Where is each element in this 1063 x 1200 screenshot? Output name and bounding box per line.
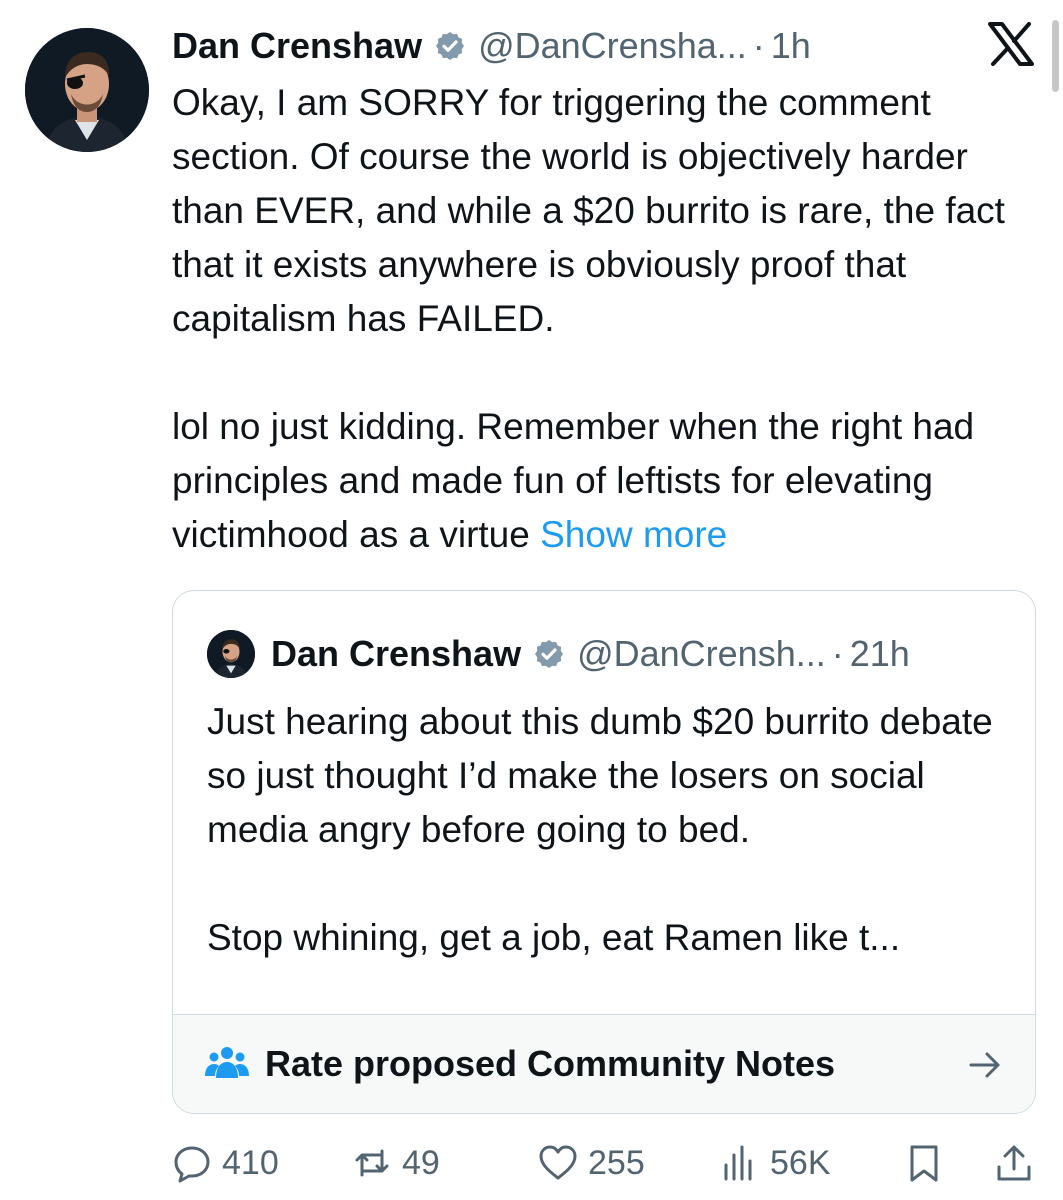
view-count: 56K <box>770 1143 831 1182</box>
like-button[interactable]: 255 <box>538 1136 645 1190</box>
quoted-tweet-header: Dan Crenshaw @DanCrensh... · 21h <box>207 629 910 679</box>
quoted-author-avatar <box>207 630 255 678</box>
share-icon <box>997 1145 1031 1181</box>
bookmark-button[interactable] <box>904 1136 944 1190</box>
tweet-text: Okay, I am SORRY for triggering the comm… <box>172 76 1042 562</box>
community-notes-label[interactable]: Rate proposed Community Notes <box>265 1043 835 1085</box>
quoted-tweet-timestamp: 21h <box>849 633 910 674</box>
tweet-paragraph: Okay, I am SORRY for triggering the comm… <box>172 82 1005 339</box>
verified-badge-icon <box>533 638 565 670</box>
reply-icon <box>174 1146 210 1183</box>
separator-dot: · <box>831 633 844 674</box>
bookmark-icon <box>910 1145 938 1182</box>
reply-count: 410 <box>222 1143 279 1182</box>
repost-button[interactable]: 49 <box>352 1136 440 1190</box>
quoted-tweet-card[interactable]: Dan Crenshaw @DanCrensh... · 21h Just he… <box>172 590 1036 1114</box>
author-handle[interactable]: @DanCrensha... <box>478 25 747 67</box>
separator-dot: · <box>752 25 765 66</box>
quoted-paragraph: Just hearing about this dumb $20 burrito… <box>207 701 993 850</box>
views-chart-icon <box>724 1145 752 1181</box>
repost-icon <box>355 1149 389 1177</box>
share-button[interactable] <box>994 1136 1034 1190</box>
quoted-author-handle: @DanCrensh... <box>577 633 826 674</box>
author-avatar[interactable] <box>25 28 149 152</box>
arrow-right-icon[interactable] <box>965 1045 1005 1085</box>
avatar-photo <box>25 28 149 152</box>
scrollbar[interactable] <box>1052 20 1059 92</box>
tweet-header: Dan Crenshaw @DanCrensha... · 1h <box>172 20 811 72</box>
tweet-action-bar: 410 49 255 56K <box>172 1136 1042 1190</box>
quoted-tweet-text: Just hearing about this dumb $20 burrito… <box>207 695 1017 965</box>
like-count: 255 <box>588 1143 645 1182</box>
repost-count: 49 <box>402 1143 440 1182</box>
views-button[interactable]: 56K <box>720 1136 831 1190</box>
quoted-paragraph: Stop whining, get a job, eat Ramen like … <box>207 917 901 958</box>
community-notes-bar[interactable]: Rate proposed Community Notes <box>173 1014 1035 1113</box>
tweet-timestamp[interactable]: 1h <box>771 25 811 67</box>
show-more-link[interactable]: Show more <box>540 514 727 555</box>
heart-icon <box>539 1145 577 1180</box>
reply-button[interactable]: 410 <box>172 1136 279 1190</box>
quoted-author-name: Dan Crenshaw <box>271 633 522 674</box>
x-logo-icon[interactable] <box>988 22 1034 66</box>
tweet-paragraph: lol no just kidding. Remember when the r… <box>172 400 1042 562</box>
author-name[interactable]: Dan Crenshaw <box>172 25 422 67</box>
verified-badge-icon[interactable] <box>434 30 466 62</box>
people-icon <box>205 1047 249 1078</box>
